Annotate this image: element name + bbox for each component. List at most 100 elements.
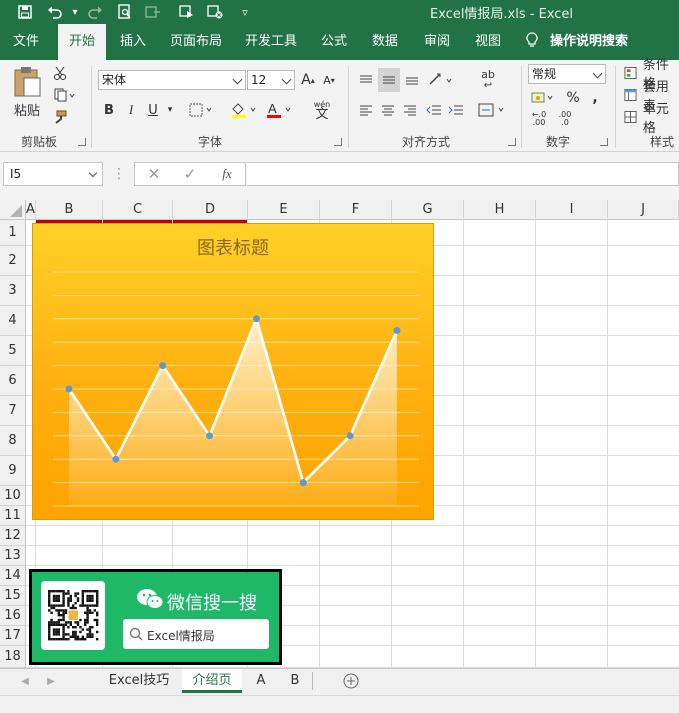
column-header-e[interactable]: E [248, 200, 320, 220]
promo-search-box[interactable]: Excel情报局 [123, 619, 269, 649]
print-preview-icon[interactable] [114, 2, 136, 22]
data-point[interactable] [159, 362, 167, 370]
column-header-h[interactable]: H [464, 200, 536, 220]
clipboard-launcher-icon[interactable] [78, 138, 86, 146]
tab-file[interactable]: 文件 [0, 24, 52, 60]
column-header-j[interactable]: J [608, 200, 679, 220]
row-header-9[interactable]: 9 [0, 456, 26, 486]
row-header-14[interactable]: 14 [0, 566, 26, 586]
column-header-b[interactable]: B [36, 200, 103, 220]
row-header-15[interactable]: 15 [0, 586, 26, 606]
row-header-1[interactable]: 1 [0, 220, 26, 246]
tab-data[interactable]: 数据 [362, 24, 408, 60]
data-point[interactable] [252, 315, 260, 323]
row-header-2[interactable]: 2 [0, 246, 26, 276]
decrease-font-button[interactable]: A ▾ [320, 70, 338, 90]
new-sheet-icon[interactable] [342, 672, 360, 690]
row-header-13[interactable]: 13 [0, 546, 26, 566]
tab-review[interactable]: 审阅 [414, 24, 460, 60]
increase-decimal-button[interactable]: ←.0.00 [528, 110, 550, 128]
data-point[interactable] [346, 432, 354, 440]
scroll-tabs-right-icon[interactable]: ▶ [44, 673, 58, 689]
tab-developer[interactable]: 开发工具 [238, 24, 304, 60]
cancel-entry-icon[interactable]: ✕ [143, 164, 165, 184]
font-size-select[interactable]: 12 [247, 70, 295, 90]
font-name-select[interactable]: 宋体 [98, 70, 246, 90]
column-header-g[interactable]: G [392, 200, 464, 220]
tab-home[interactable]: 开始 [58, 24, 106, 60]
underline-dropdown-icon[interactable]: ▾ [164, 100, 176, 120]
percent-button[interactable]: % [564, 88, 582, 108]
align-top-icon[interactable] [356, 70, 376, 90]
row-header-18[interactable]: 18 [0, 646, 26, 668]
form-icon[interactable] [142, 2, 164, 22]
undo-icon[interactable] [44, 2, 66, 22]
confirm-entry-icon[interactable]: ✓ [179, 164, 201, 184]
cut-icon[interactable] [50, 64, 70, 82]
column-header-f[interactable]: F [320, 200, 392, 220]
align-center-icon[interactable] [378, 100, 398, 120]
merge-center-icon[interactable] [476, 100, 508, 120]
scroll-tabs-left-icon[interactable]: ◀ [18, 673, 32, 689]
insert-function-button[interactable]: fx [215, 164, 239, 184]
line-chart[interactable]: 图表标题 [32, 223, 434, 520]
tab-formulas[interactable]: 公式 [312, 24, 356, 60]
row-header-5[interactable]: 5 [0, 336, 26, 366]
alignment-launcher-icon[interactable] [508, 138, 516, 146]
row-header-11[interactable]: 11 [0, 506, 26, 526]
increase-indent-icon[interactable] [446, 100, 466, 120]
tell-me-search[interactable]: 操作说明搜索 [526, 24, 628, 60]
column-header-c[interactable]: C [103, 200, 173, 220]
row-header-10[interactable]: 10 [0, 486, 26, 506]
align-middle-icon[interactable] [378, 68, 400, 92]
tab-view[interactable]: 视图 [466, 24, 510, 60]
comma-button[interactable]: , [588, 88, 602, 108]
tab-page-layout[interactable]: 页面布局 [164, 24, 228, 60]
row-header-6[interactable]: 6 [0, 366, 26, 396]
row-header-7[interactable]: 7 [0, 396, 26, 426]
currency-format-icon[interactable] [528, 88, 558, 108]
save-icon[interactable] [14, 2, 36, 22]
cell-styles-button[interactable]: 单元格 [624, 102, 679, 136]
data-point[interactable] [206, 432, 214, 440]
column-header-a[interactable]: A [26, 200, 36, 220]
row-header-3[interactable]: 3 [0, 276, 26, 306]
italic-button[interactable]: I [122, 100, 140, 120]
copy-icon[interactable] [50, 86, 78, 104]
sheet-tab-excel-tips[interactable]: Excel技巧 [98, 669, 180, 693]
borders-button[interactable] [186, 100, 216, 120]
data-point[interactable] [112, 455, 120, 463]
increase-font-button[interactable]: A ▴ [299, 70, 317, 90]
align-right-icon[interactable] [400, 100, 420, 120]
align-left-icon[interactable] [356, 100, 376, 120]
number-launcher-icon[interactable] [600, 138, 608, 146]
customize-toolbar-icon[interactable]: ▿ [234, 2, 256, 22]
name-box[interactable]: I5 [3, 162, 103, 186]
underline-button[interactable]: U [144, 100, 162, 120]
tab-insert[interactable]: 插入 [110, 24, 156, 60]
paste-button[interactable]: 粘贴 [10, 64, 44, 120]
decrease-indent-icon[interactable] [424, 100, 444, 120]
column-header-i[interactable]: I [536, 200, 608, 220]
column-header-d[interactable]: D [173, 200, 248, 220]
undo-dropdown-icon[interactable]: ▾ [64, 2, 86, 22]
font-color-button[interactable]: A [263, 100, 295, 120]
row-header-12[interactable]: 12 [0, 526, 26, 546]
row-header-16[interactable]: 16 [0, 606, 26, 626]
decrease-decimal-button[interactable]: .00.0 [554, 110, 576, 128]
fill-color-button[interactable] [228, 100, 260, 120]
data-point[interactable] [393, 327, 401, 334]
macro-icon[interactable] [176, 2, 198, 22]
number-format-select[interactable]: 常规 [528, 64, 606, 84]
row-header-8[interactable]: 8 [0, 426, 26, 456]
phonetic-button[interactable]: wén 文 [306, 97, 338, 123]
bold-button[interactable]: B [100, 100, 118, 120]
font-launcher-icon[interactable] [334, 138, 342, 146]
formula-input[interactable] [247, 162, 679, 186]
formula-bar-handle[interactable]: ⋮ [112, 166, 126, 182]
redo-icon[interactable] [84, 2, 106, 22]
align-bottom-icon[interactable] [402, 70, 422, 90]
select-all-corner[interactable] [0, 200, 26, 220]
sheet-tab-intro[interactable]: 介绍页 [182, 669, 242, 693]
row-header-4[interactable]: 4 [0, 306, 26, 336]
